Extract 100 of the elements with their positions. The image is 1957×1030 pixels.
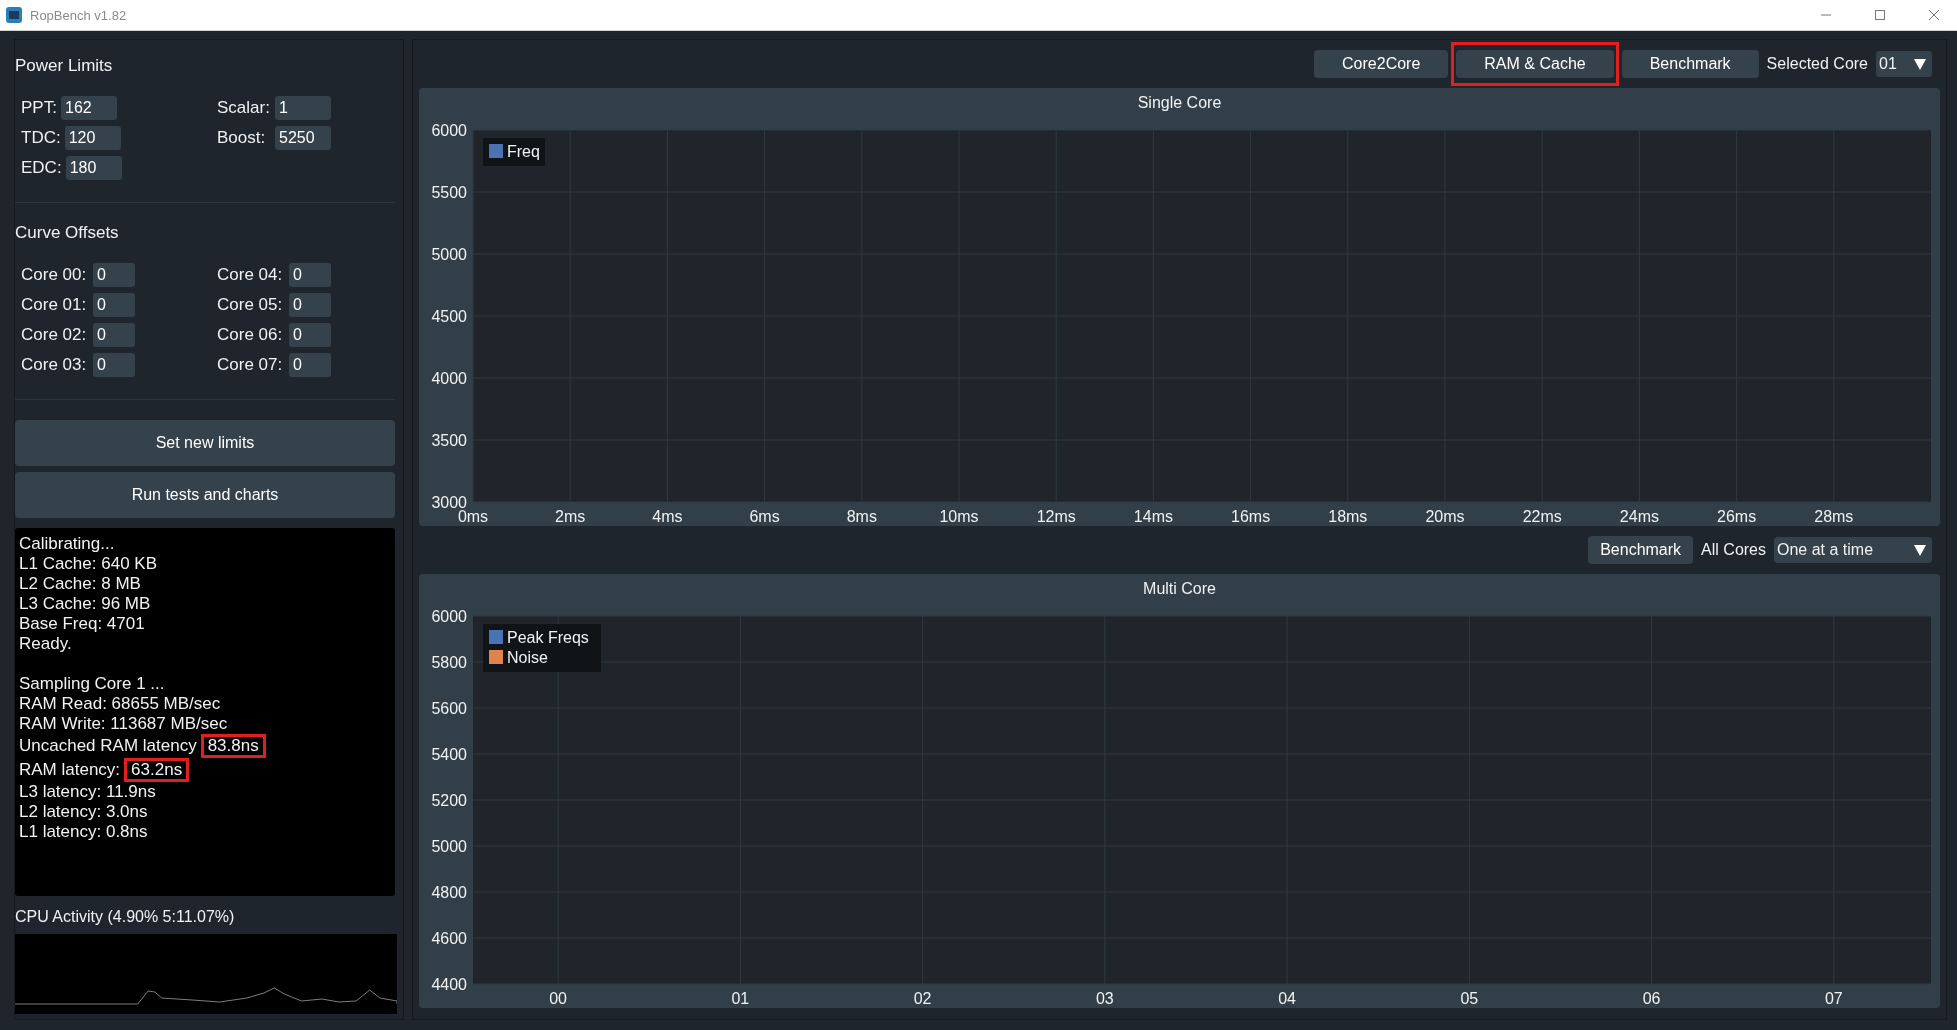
input-field[interactable]: 0 (289, 353, 331, 377)
field-label: Scalar: (217, 98, 271, 118)
field-label: EDC: (21, 158, 62, 178)
axis-tick-label: 16ms (1231, 508, 1271, 525)
benchmark-button[interactable]: Benchmark (1588, 536, 1694, 564)
legend-label: Noise (507, 649, 548, 666)
log-line: L2 Cache: 8 MB (19, 574, 142, 594)
select-label: Selected Core (1766, 55, 1868, 73)
field-label: TDC: (21, 128, 61, 148)
log-line: RAM Read: 68655 MB/sec (19, 694, 222, 714)
axis-tick-label: 5500 (431, 184, 467, 201)
axis-tick-label: 4500 (431, 308, 467, 325)
log-line: L1 Cache: 640 KB (19, 554, 158, 574)
field-label: Boost: (217, 128, 267, 148)
field-label: PPT: (21, 98, 57, 118)
log-line: Uncached RAM latency (19, 736, 197, 756)
axis-tick-label: 12ms (1036, 508, 1076, 525)
axis-tick-label: 6000 (431, 122, 467, 139)
caret-icon (1914, 58, 1926, 70)
toolbar-button[interactable]: Core2Core (1314, 50, 1449, 78)
axis-tick-label: 2ms (555, 508, 586, 525)
toolbar-button[interactable]: RAM & Cache (1456, 50, 1614, 78)
axis-tick-label: 3500 (431, 432, 467, 449)
axis-tick-label: 14ms (1133, 508, 1173, 525)
axis-tick-label: 07 (1825, 990, 1843, 1007)
field-label: Core 04: (217, 265, 284, 285)
action-button[interactable]: Run tests and charts (15, 472, 395, 518)
field-label: Core 07: (217, 355, 284, 375)
axis-tick-label: 4400 (431, 976, 467, 993)
input-field[interactable]: 0 (289, 293, 331, 317)
log-line: L3 latency: 11.9ns (19, 782, 157, 802)
field-label: Core 05: (217, 295, 284, 315)
field-label: Core 02: (21, 325, 88, 345)
legend-label: Peak Freqs (507, 629, 589, 646)
axis-tick-label: 4800 (431, 884, 467, 901)
axis-tick-label: 26ms (1717, 508, 1757, 525)
axis-tick-label: 10ms (939, 508, 979, 525)
chart-title: Multi Core (1142, 579, 1217, 599)
axis-tick-label: 04 (1278, 990, 1296, 1007)
log-line: L3 Cache: 96 MB (19, 594, 152, 614)
log-line: RAM Write: 113687 MB/sec (19, 714, 229, 734)
log-line: RAM latency: (19, 760, 121, 780)
axis-tick-label: 8ms (846, 508, 877, 525)
axis-tick-label: 6ms (749, 508, 780, 525)
section-title: Power Limits (15, 56, 114, 76)
input-field[interactable]: 162 (61, 96, 117, 120)
axis-tick-label: 28ms (1814, 508, 1854, 525)
axis-tick-label: 5800 (431, 654, 467, 671)
legend-label: Freq (507, 143, 540, 160)
input-field[interactable]: 0 (93, 323, 135, 347)
log-line: Sampling Core 1 ... (19, 673, 166, 694)
maximize-icon[interactable] (1875, 10, 1885, 20)
axis-tick-label: 6000 (431, 608, 467, 625)
axis-tick-label: 24ms (1619, 508, 1659, 525)
field-label: Core 01: (21, 295, 88, 315)
axis-tick-label: 20ms (1425, 508, 1465, 525)
input-field[interactable]: 0 (289, 323, 331, 347)
section-title: Curve Offsets (15, 223, 120, 243)
core-select[interactable]: 01 (1876, 51, 1932, 77)
axis-tick-label: 05 (1460, 990, 1479, 1007)
axis-tick-label: 4600 (431, 930, 467, 947)
axis-tick-label: 02 (913, 990, 932, 1007)
input-field[interactable]: 5250 (275, 126, 331, 150)
chart-title: Single Core (1136, 93, 1223, 113)
toolbar-button[interactable]: Benchmark (1621, 50, 1759, 78)
cpu-activity-label: CPU Activity (4.90% 5:11.07%) (15, 908, 236, 926)
axis-tick-label: 01 (731, 990, 750, 1007)
log-line: L1 latency: 0.8ns (19, 822, 149, 842)
window-title: RopBench v1.82 (30, 7, 128, 23)
axis-tick-label: 06 (1642, 990, 1661, 1007)
axis-tick-label: 03 (1096, 990, 1114, 1007)
input-field[interactable]: 120 (64, 126, 121, 150)
field-label: Core 00: (21, 265, 88, 285)
axis-tick-label: 4ms (652, 508, 683, 525)
input-field[interactable]: 0 (93, 353, 135, 377)
input-field[interactable]: 180 (65, 156, 122, 180)
close-icon[interactable] (1929, 10, 1939, 20)
log-line: Calibrating... (19, 534, 116, 554)
input-field[interactable]: 1 (275, 96, 331, 120)
action-button[interactable]: Set new limits (15, 420, 395, 466)
axis-tick-label: 5600 (431, 700, 467, 717)
input-field[interactable]: 0 (93, 263, 135, 287)
highlighted-value: 63.2ns (124, 758, 190, 782)
select-label: All Cores (1701, 541, 1766, 559)
axis-tick-label: 00 (549, 990, 567, 1007)
axis-tick-label: 0ms (457, 508, 489, 525)
input-field[interactable]: 0 (289, 263, 331, 287)
field-label: Core 03: (21, 355, 88, 375)
axis-tick-label: 4000 (431, 370, 467, 387)
app-logo-icon (6, 7, 22, 23)
mode-select[interactable]: One at a time (1774, 537, 1932, 563)
input-field[interactable]: 0 (93, 293, 135, 317)
axis-tick-label: 3000 (431, 494, 467, 511)
caret-icon (1914, 544, 1926, 556)
log-line: Base Freq: 4701 (19, 614, 146, 634)
axis-tick-label: 5400 (431, 746, 467, 763)
highlighted-value: 83.8ns (200, 734, 266, 758)
axis-tick-label: 18ms (1328, 508, 1368, 525)
log-line: L2 latency: 3.0ns (19, 802, 149, 822)
field-label: Core 06: (217, 325, 284, 345)
